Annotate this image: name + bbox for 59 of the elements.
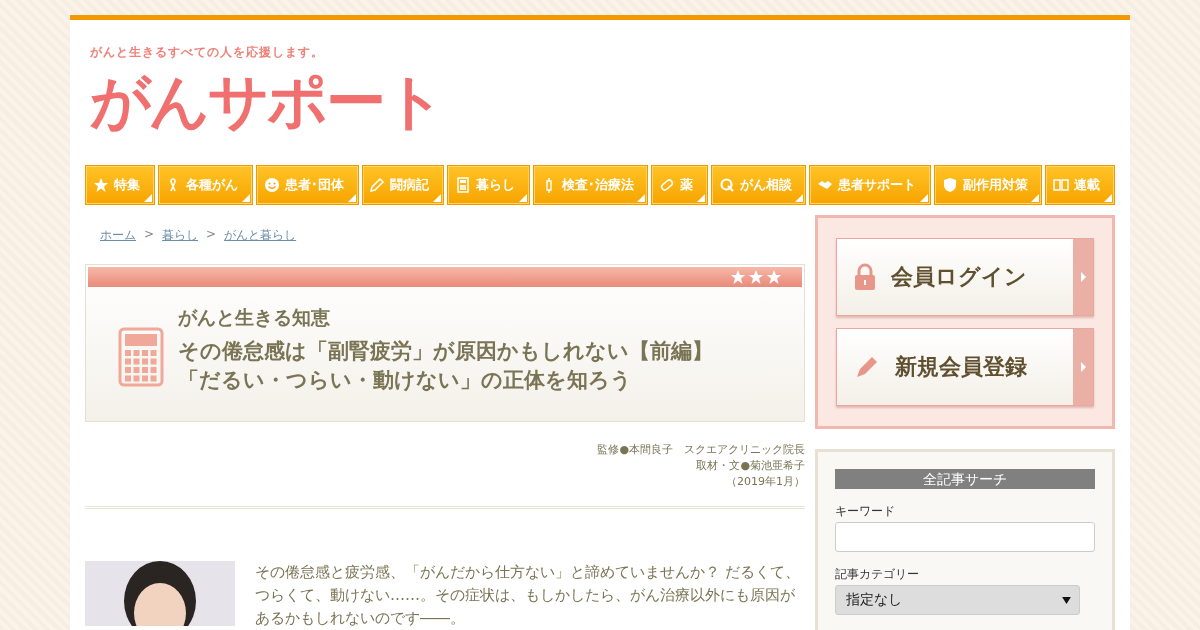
corner-icon — [347, 194, 356, 202]
nav-tab[interactable]: 検査･治療法 — [532, 165, 649, 205]
corner-icon — [795, 194, 804, 202]
nav-tab[interactable]: 各種がん — [157, 165, 254, 205]
breadcrumb-link[interactable]: 暮らし — [162, 227, 199, 244]
corner-icon — [143, 194, 152, 202]
q-icon — [718, 177, 735, 193]
breadcrumb-link[interactable]: ホーム — [100, 227, 136, 244]
nav-tab[interactable]: 患者･団体 — [256, 165, 359, 205]
calculator-icon — [118, 327, 164, 387]
category-dropdown[interactable]: 指定なし — [835, 585, 1080, 615]
pill-icon — [659, 177, 676, 193]
book-icon — [1053, 177, 1070, 193]
nav-tab[interactable]: 特集 — [85, 165, 155, 205]
nav-tab[interactable]: 連載 — [1045, 165, 1115, 205]
corner-icon — [1104, 194, 1112, 202]
smiley-icon — [263, 177, 280, 193]
caret-icon — [1062, 596, 1071, 604]
lead-paragraph: その倦怠感と疲労感、「がんだから仕方ない」と諦めていませんか？ だるくて、つらくて、動けない……。その症状は、もしかしたら、がん治療以外にも原因があるかもしれないのです――。 — [255, 562, 801, 629]
star-icon — [748, 269, 764, 285]
star-icon — [766, 269, 782, 285]
breadcrumb-link[interactable]: がんと暮らし — [224, 227, 297, 244]
nav-tab[interactable]: 患者サポート — [809, 165, 931, 205]
article-category: がんと生きる知恵 — [178, 305, 331, 330]
corner-icon — [433, 194, 442, 202]
nav-tab[interactable]: 薬 — [651, 165, 708, 205]
search-title: 全記事サーチ — [835, 469, 1095, 489]
login-button[interactable]: 会員ログイン — [836, 238, 1094, 316]
article-title: 「だるい・つらい・動けない」の正体を知ろう — [178, 367, 633, 394]
corner-icon — [1031, 194, 1040, 202]
field-label: 記事カテゴリー — [835, 566, 920, 583]
breadcrumb-separator: > — [206, 227, 217, 243]
site-logo[interactable]: がんサポート — [90, 71, 1110, 131]
shield-icon — [941, 177, 958, 193]
star-icon — [730, 269, 746, 285]
corner-icon — [637, 194, 646, 202]
register-button[interactable]: 新規会員登録 — [836, 328, 1094, 406]
corner-icon — [518, 194, 527, 202]
corner-icon — [696, 194, 705, 202]
chevron-icon — [1080, 362, 1086, 372]
chevron-icon — [1080, 272, 1086, 282]
tagline: がんと生きるすべての人を応援します。 — [90, 44, 325, 61]
article-title: その倦怠感は「副腎疲労」が原因かもしれない【前編】 — [178, 338, 713, 365]
lock-icon — [853, 263, 877, 291]
keyword-field[interactable] — [835, 522, 1095, 552]
nav-tab[interactable]: がん相談 — [710, 165, 807, 205]
credit-line: 監修●本間良子 スクエアクリニック院長 — [596, 442, 805, 458]
pencil-icon — [369, 177, 386, 193]
corner-icon — [919, 194, 928, 202]
star-icon — [92, 177, 109, 193]
breadcrumb-separator: > — [144, 227, 155, 243]
credit-line: （2019年1月） — [725, 474, 805, 490]
corner-icon — [242, 194, 251, 202]
field-label: キーワード — [835, 503, 896, 520]
calculator-icon — [454, 177, 471, 193]
nav-tab[interactable]: 闘病記 — [361, 165, 445, 205]
nav-tab[interactable]: 暮らし — [447, 165, 530, 205]
credit-line: 取材・文●菊池亜希子 — [695, 458, 805, 474]
nav-tab[interactable]: 副作用対策 — [933, 165, 1043, 205]
